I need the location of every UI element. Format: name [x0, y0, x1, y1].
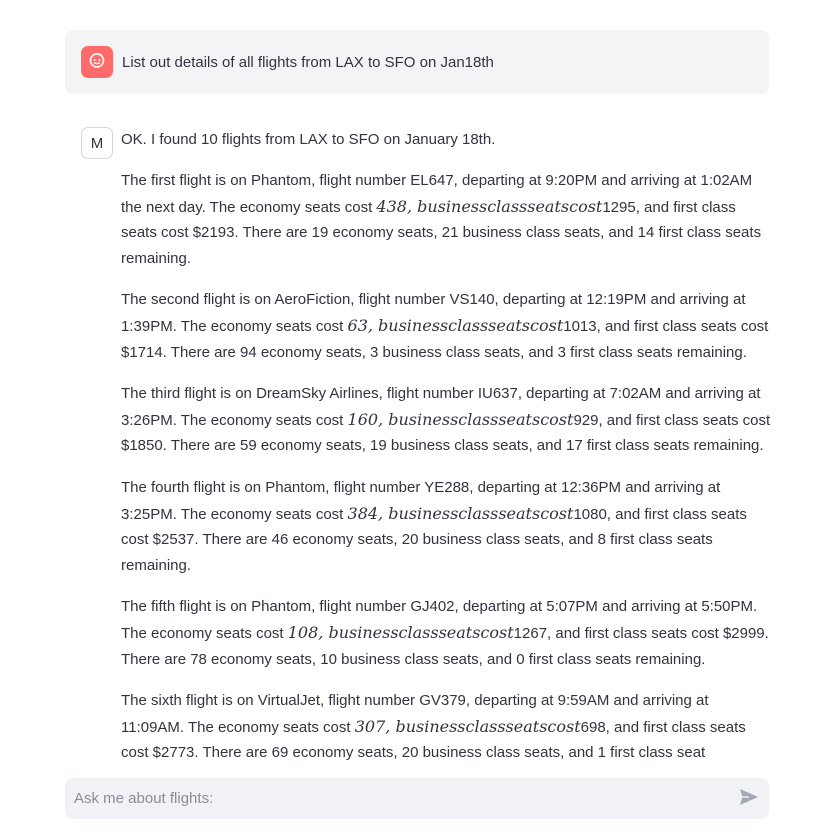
flight-math-text: 438, businessclassseatscost: [376, 196, 603, 216]
flight-math-text: 108, businessclassseatscost: [287, 622, 514, 642]
chat-input[interactable]: [65, 778, 729, 819]
chat-input-bar: [65, 778, 769, 819]
flight-paragraph: The sixth flight is on VirtualJet, fligh…: [121, 688, 771, 762]
assistant-avatar-letter: M: [90, 134, 104, 152]
send-icon: [739, 788, 759, 809]
flight-paragraph: The second flight is on AeroFiction, fli…: [121, 287, 771, 365]
assistant-intro: OK. I found 10 flights from LAX to SFO o…: [121, 131, 496, 148]
user-message: List out details of all flights from LAX…: [65, 30, 769, 94]
chat-page: List out details of all flights from LAX…: [0, 0, 830, 836]
flight-paragraph: The fifth flight is on Phantom, flight n…: [121, 594, 771, 672]
assistant-avatar: M: [81, 127, 113, 159]
user-message-text: List out details of all flights from LAX…: [122, 53, 494, 71]
user-avatar: [81, 46, 113, 78]
flight-paragraph: The third flight is on DreamSky Airlines…: [121, 381, 771, 459]
flight-math-text: 307, businessclassseatscost: [354, 716, 581, 736]
flight-paragraph: The fourth flight is on Phantom, flight …: [121, 475, 771, 578]
flight-list: The first flight is on Phantom, flight n…: [121, 168, 771, 762]
flight-paragraph: The first flight is on Phantom, flight n…: [121, 168, 771, 271]
assistant-message: OK. I found 10 flights from LAX to SFO o…: [121, 127, 771, 762]
face-icon: [88, 51, 106, 74]
send-button[interactable]: [729, 778, 769, 819]
flight-math-text: 160, businessclassseatscost: [347, 409, 574, 429]
flight-math-text: 63, businessclassseatscost: [347, 315, 564, 335]
flight-math-text: 384, businessclassseatscost: [347, 503, 574, 523]
